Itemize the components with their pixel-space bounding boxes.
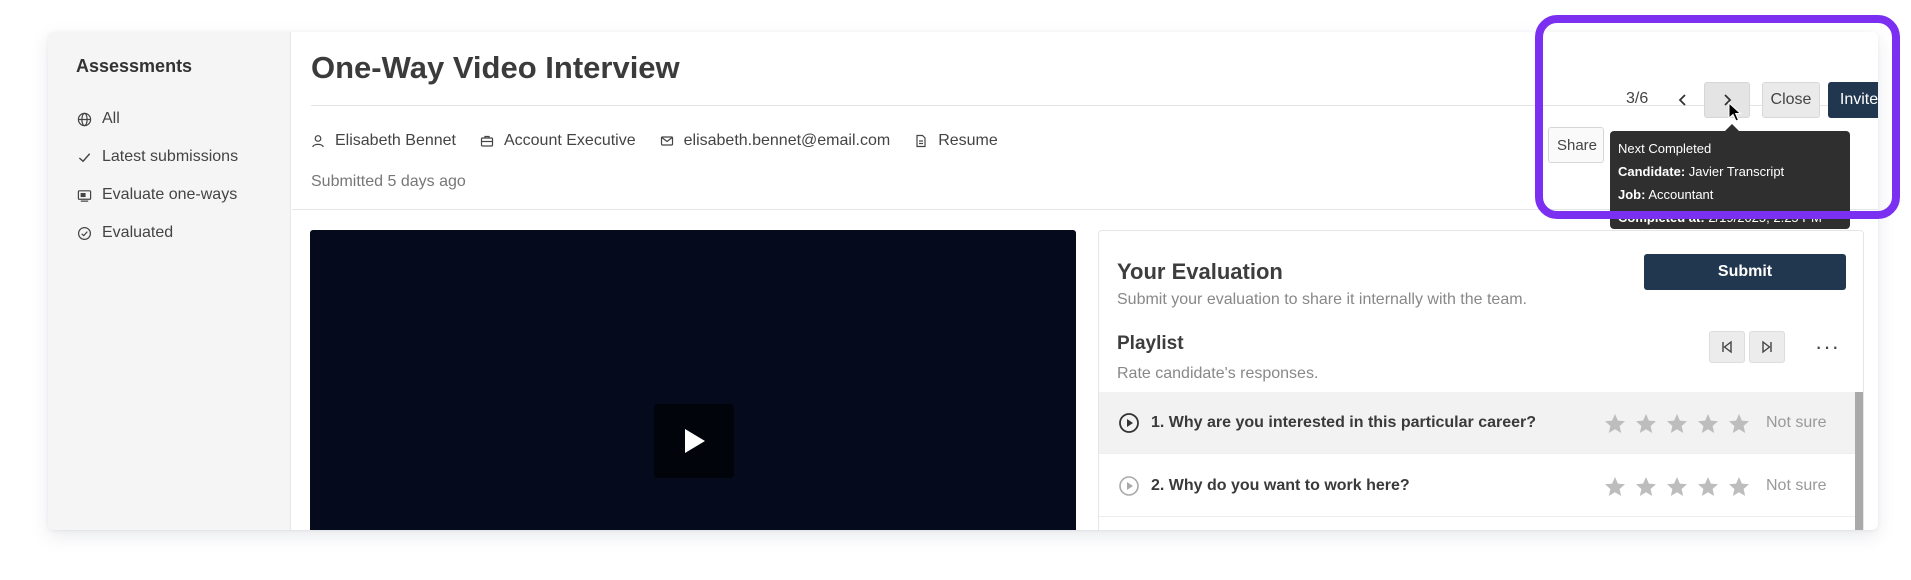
not-sure-option[interactable]: Not sure — [1766, 477, 1826, 495]
tooltip-heading: Next Completed — [1618, 141, 1712, 156]
sidebar-item-label: All — [102, 110, 120, 127]
not-sure-option[interactable]: Not sure — [1766, 414, 1826, 432]
video-player[interactable] — [310, 230, 1076, 530]
scrollbar[interactable] — [1855, 392, 1863, 530]
mail-icon — [660, 136, 673, 146]
page-title: One-Way Video Interview — [311, 50, 680, 85]
briefcase-icon — [480, 135, 494, 147]
job-title: Account Executive — [480, 132, 636, 150]
chevron-left-icon — [1678, 94, 1686, 106]
submission-counter: 3/6 — [1626, 90, 1649, 107]
star-icon[interactable] — [1723, 474, 1754, 500]
play-circle-icon[interactable] — [1117, 474, 1141, 498]
question-text: 1. Why are you interested in this partic… — [1151, 413, 1537, 431]
star-rating[interactable] — [1599, 474, 1754, 500]
submitted-time: Submitted 5 days ago — [311, 173, 466, 190]
app-window: Assessments All Latest submissions Evalu… — [48, 32, 1878, 530]
tooltip-job: Job: Accountant — [1618, 187, 1714, 202]
next-completed-tooltip: Next Completed Candidate: Javier Transcr… — [1610, 131, 1850, 229]
question-row[interactable]: 1. Why are you interested in this partic… — [1099, 392, 1855, 454]
previous-button[interactable] — [1660, 82, 1706, 118]
star-icon[interactable] — [1692, 474, 1723, 500]
sidebar-item-label: Evaluate one-ways — [102, 186, 238, 203]
play-circle-icon[interactable] — [1117, 411, 1141, 435]
video-card-icon — [76, 187, 92, 203]
check-icon — [76, 149, 92, 165]
star-icon[interactable] — [1661, 474, 1692, 500]
candidate-meta: Elisabeth Bennet Account Executive elisa… — [311, 132, 1022, 150]
question-row[interactable]: 2. Why do you want to work here? Not sur… — [1099, 455, 1855, 517]
star-rating[interactable] — [1599, 411, 1754, 437]
star-icon[interactable] — [1630, 411, 1661, 437]
sidebar-item-latest-submissions[interactable]: Latest submissions — [76, 138, 238, 176]
question-text: 2. Why do you want to work here? — [1151, 476, 1410, 494]
next-track-button[interactable] — [1749, 331, 1785, 363]
resume-link[interactable]: Resume — [914, 132, 998, 150]
star-icon[interactable] — [1692, 411, 1723, 437]
candidate-name: Elisabeth Bennet — [311, 132, 456, 150]
tooltip-completed-at: Completed at: 2/19/2025, 2:25 PM — [1618, 210, 1822, 225]
sidebar-item-label: Latest submissions — [102, 148, 239, 165]
star-icon[interactable] — [1599, 411, 1630, 437]
close-button[interactable]: Close — [1762, 82, 1820, 118]
playlist-title: Playlist — [1117, 333, 1184, 354]
submit-button[interactable]: Submit — [1644, 254, 1846, 290]
star-icon[interactable] — [1630, 474, 1661, 500]
sidebar: Assessments All Latest submissions Evalu… — [48, 32, 291, 530]
sidebar-item-label: Evaluated — [102, 224, 174, 241]
evaluation-panel: Your Evaluation Submit your evaluation t… — [1098, 230, 1864, 530]
evaluation-title: Your Evaluation — [1117, 259, 1283, 284]
check-circle-icon — [76, 225, 92, 241]
skip-back-icon — [1722, 340, 1732, 354]
candidate-email[interactable]: elisabeth.bennet@email.com — [660, 132, 890, 150]
previous-track-button[interactable] — [1709, 331, 1745, 363]
next-button[interactable] — [1704, 82, 1750, 118]
star-icon[interactable] — [1599, 474, 1630, 500]
tooltip-candidate: Candidate: Javier Transcript — [1618, 164, 1785, 179]
play-button[interactable] — [654, 404, 734, 478]
sidebar-nav: All Latest submissions Evaluate one-ways… — [76, 100, 238, 252]
sidebar-item-evaluate-one-ways[interactable]: Evaluate one-ways — [76, 176, 238, 214]
star-icon[interactable] — [1723, 411, 1754, 437]
sidebar-item-all[interactable]: All — [76, 100, 238, 138]
skip-forward-icon — [1762, 340, 1772, 354]
sidebar-title: Assessments — [76, 56, 193, 76]
play-icon — [685, 429, 705, 453]
invite-button[interactable]: Invite — [1828, 82, 1878, 118]
playlist-more-icon[interactable]: ··· — [1815, 334, 1840, 360]
mouse-cursor-icon — [1728, 102, 1742, 122]
sidebar-item-evaluated[interactable]: Evaluated — [76, 214, 238, 252]
document-icon — [916, 134, 926, 148]
share-button[interactable]: Share — [1548, 127, 1604, 163]
evaluation-subtitle: Submit your evaluation to share it inter… — [1117, 291, 1527, 308]
person-icon — [312, 135, 324, 148]
playlist-subtitle: Rate candidate's responses. — [1117, 365, 1319, 382]
globe-icon — [76, 111, 92, 127]
star-icon[interactable] — [1661, 411, 1692, 437]
